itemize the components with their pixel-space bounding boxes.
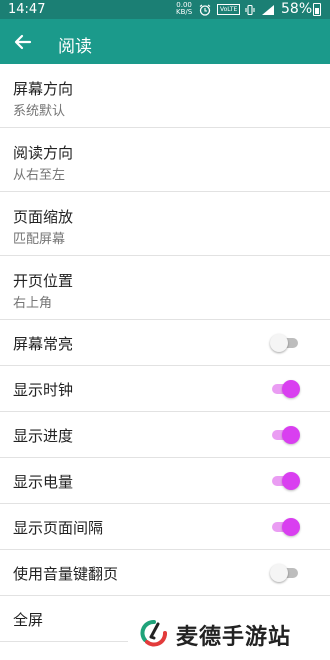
keep-screen-on-toggle[interactable] xyxy=(270,334,300,352)
status-bar: 14:47 0.00 KB/S VoLTE 58% xyxy=(0,0,330,19)
setting-title: 显示电量 xyxy=(13,473,74,491)
setting-show-progress[interactable]: 显示进度 xyxy=(0,412,330,458)
network-speed: 0.00 KB/S xyxy=(176,2,192,16)
setting-screen-orientation[interactable]: 屏幕方向 系统默认 xyxy=(0,64,330,128)
volume-key-page-turn-toggle[interactable] xyxy=(270,564,300,582)
setting-show-battery[interactable]: 显示电量 xyxy=(0,458,330,504)
app-bar: 阅读 xyxy=(0,19,330,64)
battery-percent: 58% xyxy=(281,1,313,17)
setting-title: 使用音量键翻页 xyxy=(13,565,119,583)
show-page-gap-toggle[interactable] xyxy=(272,518,300,536)
setting-volume-key-page-turn[interactable]: 使用音量键翻页 xyxy=(0,550,330,596)
show-clock-toggle[interactable] xyxy=(272,380,300,398)
settings-list: 屏幕方向 系统默认 阅读方向 从右至左 页面缩放 匹配屏幕 开页位置 右上角 屏… xyxy=(0,64,330,642)
vibrate-icon xyxy=(245,4,255,16)
setting-show-clock[interactable]: 显示时钟 xyxy=(0,366,330,412)
setting-value: 匹配屏幕 xyxy=(13,232,66,247)
setting-value: 系统默认 xyxy=(13,104,66,119)
setting-title: 阅读方向 xyxy=(13,144,74,162)
arrow-left-icon[interactable] xyxy=(10,29,36,55)
setting-page-start-position[interactable]: 开页位置 右上角 xyxy=(0,256,330,320)
battery-icon xyxy=(313,3,321,16)
signal-icon xyxy=(262,5,274,15)
watermark-logo-icon xyxy=(140,620,167,647)
setting-title: 显示进度 xyxy=(13,427,74,445)
network-speed-unit: KB/S xyxy=(176,8,193,16)
alarm-icon xyxy=(199,4,211,16)
setting-value: 右上角 xyxy=(13,296,53,311)
volte-badge: VoLTE xyxy=(217,4,241,15)
watermark-text: 麦德手游站 xyxy=(176,625,292,650)
setting-title: 屏幕常亮 xyxy=(13,335,74,353)
setting-title: 全屏 xyxy=(13,611,44,629)
setting-title: 开页位置 xyxy=(13,272,74,290)
show-progress-toggle[interactable] xyxy=(272,426,300,444)
page-title: 阅读 xyxy=(58,37,92,57)
setting-value: 从右至左 xyxy=(13,168,66,183)
setting-page-zoom[interactable]: 页面缩放 匹配屏幕 xyxy=(0,192,330,256)
setting-title: 屏幕方向 xyxy=(13,80,74,98)
setting-title: 页面缩放 xyxy=(13,208,74,226)
watermark: 麦德手游站 xyxy=(128,607,330,660)
setting-title: 显示时钟 xyxy=(13,381,74,399)
setting-show-page-gap[interactable]: 显示页面间隔 xyxy=(0,504,330,550)
setting-title: 显示页面间隔 xyxy=(13,519,104,537)
show-battery-toggle[interactable] xyxy=(272,472,300,490)
setting-reading-direction[interactable]: 阅读方向 从右至左 xyxy=(0,128,330,192)
setting-keep-screen-on[interactable]: 屏幕常亮 xyxy=(0,320,330,366)
status-time: 14:47 xyxy=(8,2,46,17)
